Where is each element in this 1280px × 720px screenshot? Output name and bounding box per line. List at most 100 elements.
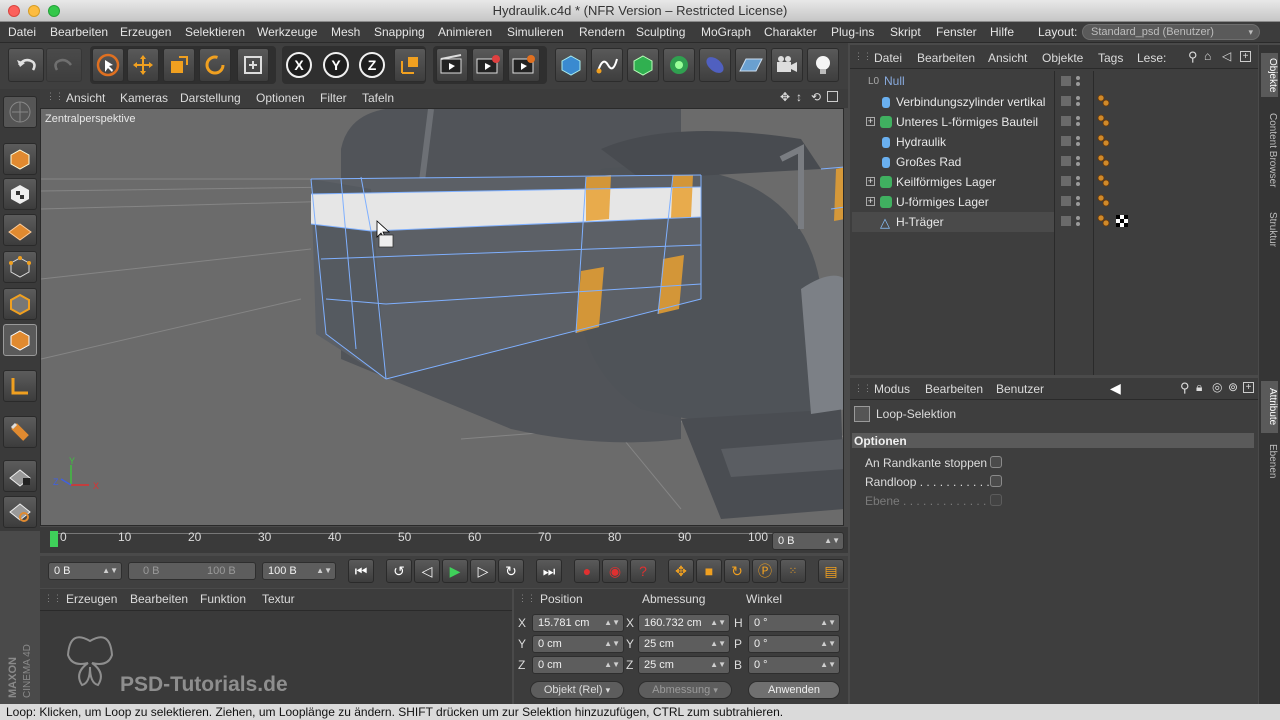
rotate-tool-button[interactable] <box>199 48 231 82</box>
end-frame-field[interactable]: 100 B ▲▼ <box>262 562 336 580</box>
object-row-h-traeger[interactable]: △ H-Träger <box>852 212 1054 232</box>
scale-tool-button[interactable] <box>163 48 195 82</box>
om-menu-tags[interactable]: Tags <box>1098 51 1123 65</box>
last-tool-button[interactable] <box>237 48 269 82</box>
keyframe-selection-button[interactable]: ? <box>630 559 656 583</box>
menu-charakter[interactable]: Charakter <box>764 25 817 39</box>
visibility-column[interactable] <box>1059 76 1091 231</box>
pos-x-field[interactable]: 15.781 cm ▲▼ <box>532 614 624 632</box>
material-menu-bearbeiten[interactable]: Bearbeiten <box>130 592 188 606</box>
render-view-button[interactable] <box>436 48 468 82</box>
preview-range-field[interactable]: 0 B 100 B <box>128 562 256 580</box>
lock-icon[interactable]: 🔒︎ <box>1196 380 1202 395</box>
viewport-menu-kameras[interactable]: Kameras <box>120 91 168 105</box>
om-menu-ansicht[interactable]: Ansicht <box>988 51 1027 65</box>
zoom-window-button[interactable] <box>48 5 60 17</box>
object-row-u-foermiges-lager[interactable]: + U-förmiges Lager <box>852 192 1054 212</box>
key-position-button[interactable]: ✥ <box>668 559 694 583</box>
dolly-view-icon[interactable]: ↕ <box>796 90 802 104</box>
menu-mograph[interactable]: MoGraph <box>701 25 751 39</box>
timeline-window-button[interactable]: ▤ <box>818 559 844 583</box>
viewport-menu-optionen[interactable]: Optionen <box>256 91 305 105</box>
record-keys-button[interactable]: ● <box>574 559 600 583</box>
auto-keying-button[interactable]: ◉ <box>602 559 628 583</box>
previous-frame-button[interactable]: ◁ <box>414 559 440 583</box>
back-arrow-icon[interactable]: ◀ <box>1110 380 1121 397</box>
live-selection-button[interactable] <box>92 48 124 82</box>
object-row-hydraulik[interactable]: Hydraulik <box>852 132 1054 152</box>
key-rotation-button[interactable]: ↻ <box>724 559 750 583</box>
y-axis-lock-button[interactable]: Y <box>323 52 349 78</box>
settings-icon[interactable]: ⊚ <box>1228 380 1238 394</box>
menu-datei[interactable]: Datei <box>8 25 36 39</box>
viewport-menu-tafeln[interactable]: Tafeln <box>362 91 394 105</box>
menu-snapping[interactable]: Snapping <box>374 25 425 39</box>
points-mode-button[interactable] <box>3 251 37 283</box>
mograph-cloner-button[interactable] <box>663 48 695 82</box>
layout-select[interactable]: Standard_psd (Benutzer) ▾ <box>1082 24 1260 40</box>
edges-mode-button[interactable] <box>3 288 37 320</box>
current-frame-field[interactable]: 0 B ▲▼ <box>772 532 844 550</box>
rot-p-field[interactable]: 0 ° ▲▼ <box>748 635 840 653</box>
key-pla-button[interactable]: ⁙ <box>780 559 806 583</box>
om-menu-objekte[interactable]: Objekte <box>1042 51 1083 65</box>
polygons-mode-button[interactable] <box>3 324 37 356</box>
light-button[interactable] <box>807 48 839 82</box>
menu-simulieren[interactable]: Simulieren <box>507 25 564 39</box>
spline-pen-button[interactable] <box>591 48 623 82</box>
menu-hilfe[interactable]: Hilfe <box>990 25 1014 39</box>
viewport-menu-darstellung[interactable]: Darstellung <box>180 91 241 105</box>
texture-mode-button[interactable] <box>3 178 37 210</box>
menu-animieren[interactable]: Animieren <box>438 25 492 39</box>
move-tool-button[interactable] <box>127 48 159 82</box>
menu-rendern[interactable]: Rendern <box>579 25 625 39</box>
new-window-icon[interactable]: + <box>1243 382 1254 393</box>
deformer-button[interactable] <box>699 48 731 82</box>
am-menu-modus[interactable]: Modus <box>874 382 910 396</box>
z-axis-lock-button[interactable]: Z <box>359 52 385 78</box>
object-row-keilfoermiges-lager[interactable]: + Keilförmiges Lager <box>852 172 1054 192</box>
search-icon[interactable]: ⚲ <box>1188 49 1198 65</box>
camera-button[interactable] <box>771 48 803 82</box>
menu-plugins[interactable]: Plug-ins <box>831 25 874 39</box>
x-axis-lock-button[interactable]: X <box>286 52 312 78</box>
generator-button[interactable] <box>627 48 659 82</box>
rotate-view-icon[interactable]: ⟲ <box>811 90 821 104</box>
render-settings-button[interactable] <box>508 48 540 82</box>
menu-erzeugen[interactable]: Erzeugen <box>120 25 171 39</box>
option-plane-checkbox[interactable] <box>990 494 1002 506</box>
render-picture-viewer-button[interactable] <box>472 48 504 82</box>
tags-column[interactable] <box>1096 94 1136 234</box>
apply-button[interactable]: Anwenden <box>748 681 840 699</box>
am-menu-benutzer[interactable]: Benutzer <box>996 382 1044 396</box>
playhead[interactable] <box>50 531 58 547</box>
rot-b-field[interactable]: 0 ° ▲▼ <box>748 656 840 674</box>
option-stop-at-boundary-checkbox[interactable] <box>990 456 1002 468</box>
expand-icon[interactable]: + <box>866 197 875 206</box>
tab-struktur[interactable]: Struktur <box>1261 205 1278 255</box>
pos-y-field[interactable]: 0 cm ▲▼ <box>532 635 624 653</box>
options-section-header[interactable]: Optionen <box>852 433 1254 448</box>
new-window-icon[interactable]: + <box>1240 51 1251 62</box>
tab-attribute[interactable]: Attribute <box>1261 381 1278 433</box>
tab-ebenen[interactable]: Ebenen <box>1261 441 1278 481</box>
workplane-mode-button[interactable] <box>3 214 37 246</box>
menu-sculpting[interactable]: Sculpting <box>636 25 685 39</box>
pan-view-icon[interactable]: ✥ <box>780 90 790 104</box>
key-parameter-button[interactable]: Ⓟ <box>752 559 778 583</box>
tab-content-browser[interactable]: Content Browser <box>1261 105 1278 195</box>
close-window-button[interactable] <box>8 5 20 17</box>
om-menu-lesezeichen[interactable]: Lese: <box>1137 51 1166 65</box>
arrow-left-icon[interactable]: ◁ <box>1222 49 1231 63</box>
start-frame-field[interactable]: 0 B ▲▼ <box>48 562 122 580</box>
tab-objekte[interactable]: Objekte <box>1261 53 1278 97</box>
play-button[interactable]: ▶ <box>442 559 468 583</box>
menu-skript[interactable]: Skript <box>890 25 921 39</box>
next-frame-button[interactable]: ▷ <box>470 559 496 583</box>
menu-fenster[interactable]: Fenster <box>936 25 977 39</box>
timeline-ruler[interactable]: 0 10 20 30 40 50 60 70 80 90 100 0 B ▲▼ <box>40 527 848 553</box>
cube-primitive-button[interactable] <box>555 48 587 82</box>
minimize-window-button[interactable] <box>28 5 40 17</box>
size-mode-select[interactable]: Abmessung ▾ <box>638 681 732 699</box>
go-to-start-button[interactable]: ⏮ <box>348 559 374 583</box>
